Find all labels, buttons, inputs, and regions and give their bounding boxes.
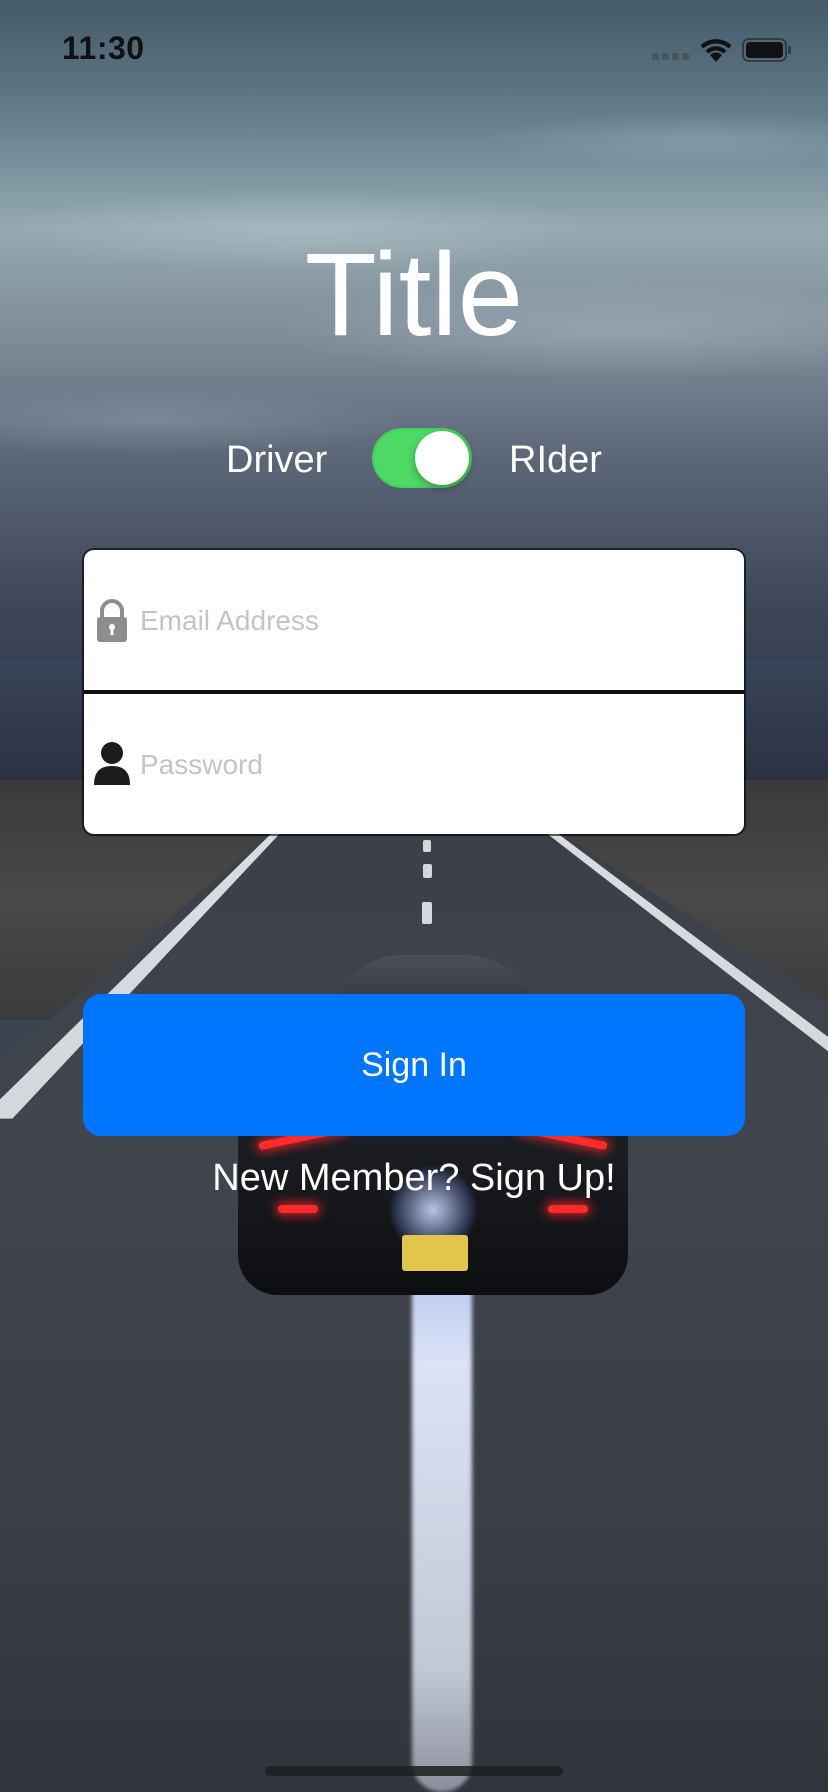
driver-rider-toggle[interactable]	[372, 428, 472, 488]
home-indicator[interactable]	[265, 1766, 563, 1776]
password-input[interactable]	[138, 694, 732, 834]
wifi-icon	[700, 39, 732, 62]
login-form	[84, 550, 744, 834]
license-plate	[402, 1235, 468, 1271]
role-selector: Driver RIder	[0, 428, 828, 492]
email-field-row	[84, 550, 744, 694]
cellular-signal-icon	[652, 50, 692, 62]
battery-icon	[742, 38, 791, 62]
status-time: 11:30	[62, 30, 145, 66]
road-center-dash	[423, 840, 431, 852]
rider-label: RIder	[509, 439, 602, 481]
sign-in-button[interactable]: Sign In	[83, 994, 745, 1136]
login-screen: 11:30 Title Driver RIder Email Address S…	[0, 0, 828, 1792]
driver-label: Driver	[226, 439, 328, 481]
road-center-dash	[422, 902, 432, 924]
status-bar: 11:30	[0, 0, 828, 100]
sign-up-link[interactable]: New Member? Sign Up!	[0, 1154, 828, 1202]
toggle-knob	[415, 431, 469, 485]
person-icon	[94, 742, 130, 785]
page-title: Title	[304, 229, 524, 361]
password-field-row	[84, 694, 744, 834]
email-input[interactable]	[138, 550, 732, 692]
lock-icon	[97, 599, 127, 642]
road-center-dash	[423, 864, 432, 878]
